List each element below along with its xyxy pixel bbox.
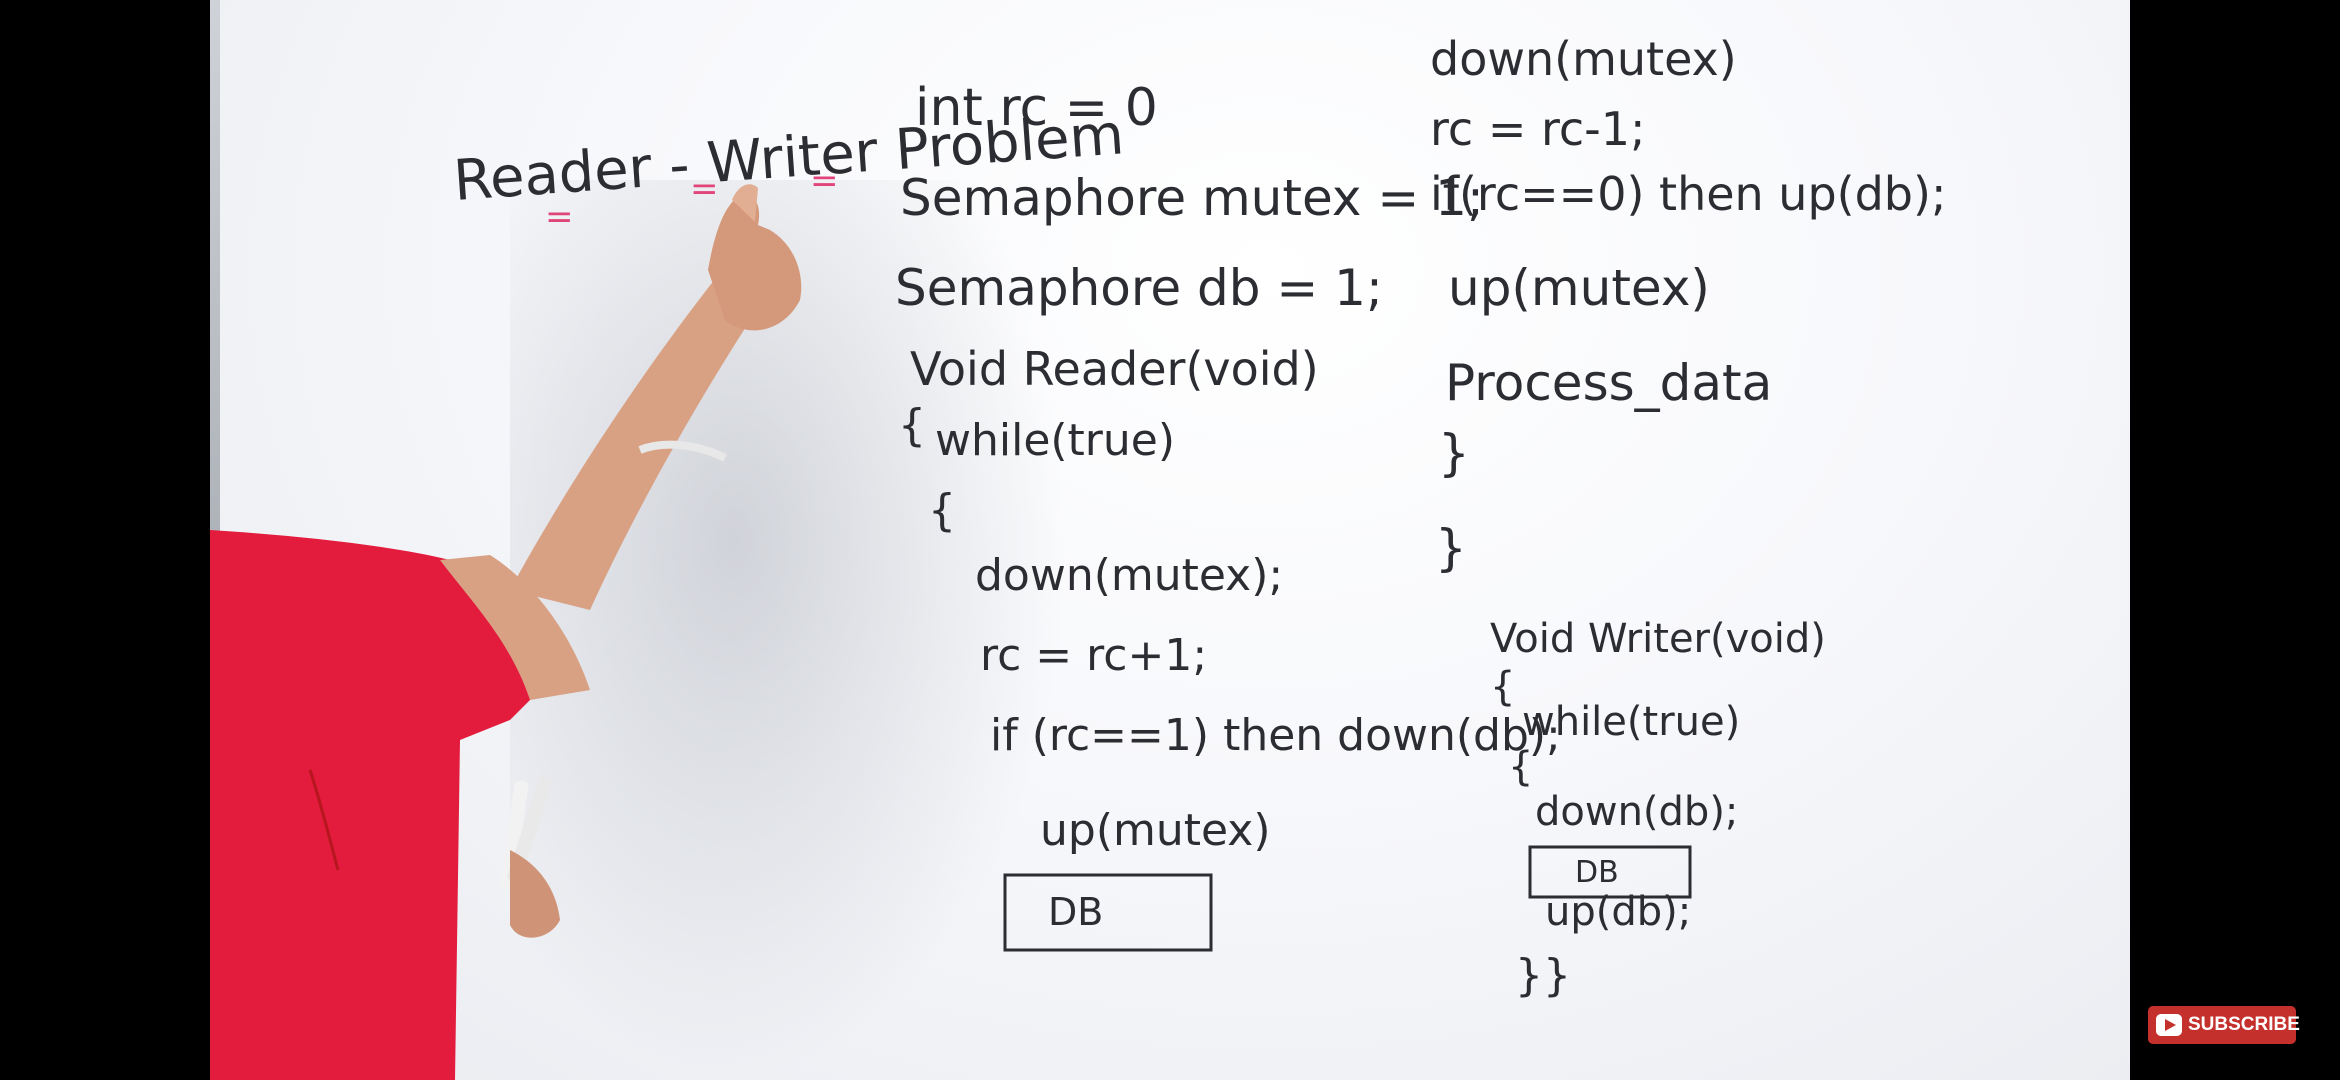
presenter-arm (510, 184, 802, 610)
presenter (210, 184, 802, 1080)
video-frame: Reader - Writer Problem = = = int rc = 0… (210, 0, 2130, 1080)
play-icon (2156, 1014, 2182, 1036)
subscribe-button[interactable]: SUBSCRIBE (2148, 1006, 2300, 1044)
presenter-left-hand (510, 850, 560, 938)
markers-in-hand (500, 776, 560, 938)
subscribe-label: SUBSCRIBE (2188, 1014, 2300, 1035)
